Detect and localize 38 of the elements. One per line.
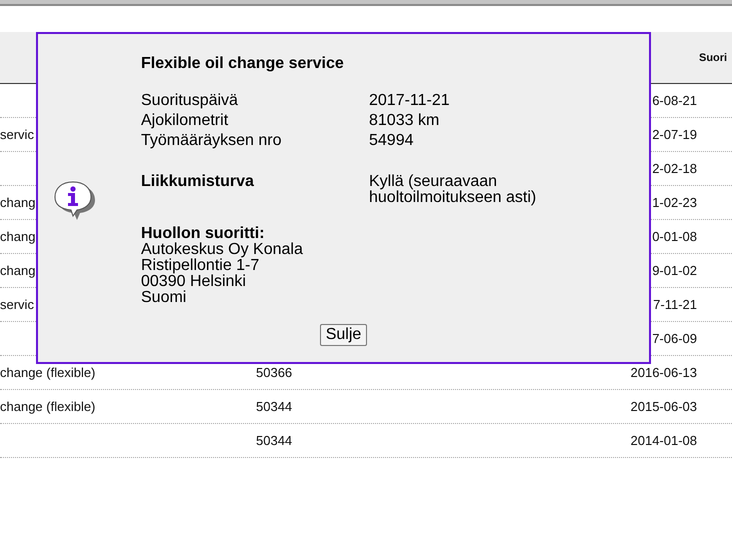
table-cell: 2014-01-08 [630, 433, 697, 448]
table-cell: chang [0, 263, 36, 278]
table-cell: 2-07-19 [652, 127, 697, 142]
table-cell: 50366 [256, 365, 292, 380]
address-line: Autokeskus Oy Konala [141, 242, 303, 258]
address-line: Suomi [141, 290, 186, 306]
table-cell: 0-01-08 [652, 229, 697, 244]
table-cell: 50344 [256, 399, 292, 414]
address-line: 00390 Helsinki [141, 274, 246, 290]
table-cell: 9-01-02 [652, 263, 697, 278]
table-cell: 50344 [256, 433, 292, 448]
table-cell: 2016-06-13 [630, 365, 697, 380]
address-line: Ristipellontie 1-7 [141, 258, 260, 274]
column-header: Suori [698, 52, 728, 64]
table-cell: 2-02-18 [652, 161, 697, 176]
table-cell: servic [0, 297, 34, 312]
table-cell: chang [0, 229, 36, 244]
table-cell: servic [0, 127, 34, 142]
field-value: 2017-11-21 [369, 91, 451, 111]
field-value: 54994 [369, 131, 414, 151]
field-label: Työmääräyksen nro [141, 131, 283, 151]
dialog-title: Flexible oil change service [141, 54, 345, 74]
info-icon [53, 180, 95, 220]
section-heading: Huollon suoritti: [141, 226, 265, 242]
table-cell: 1-02-23 [652, 195, 697, 210]
table-cell: chang [0, 195, 36, 210]
table-cell: change (flexible) [0, 365, 96, 380]
table-cell: 2015-06-03 [630, 399, 697, 414]
table-cell: change (flexible) [0, 399, 96, 414]
field-label: Suorituspäivä [141, 91, 239, 111]
field-label: Ajokilometrit [141, 111, 230, 131]
field-value: 81033 km [369, 111, 440, 131]
field-label: Liikkumisturva [141, 174, 255, 192]
field-value: Kyllä (seuraavaan huoltoilmoitukseen asti) [369, 174, 538, 206]
table-cell: 7-11-21 [653, 297, 697, 312]
table-cell: 7-06-09 [652, 331, 697, 346]
table-cell: 6-08-21 [652, 93, 697, 108]
close-button[interactable]: Sulje [320, 324, 368, 346]
